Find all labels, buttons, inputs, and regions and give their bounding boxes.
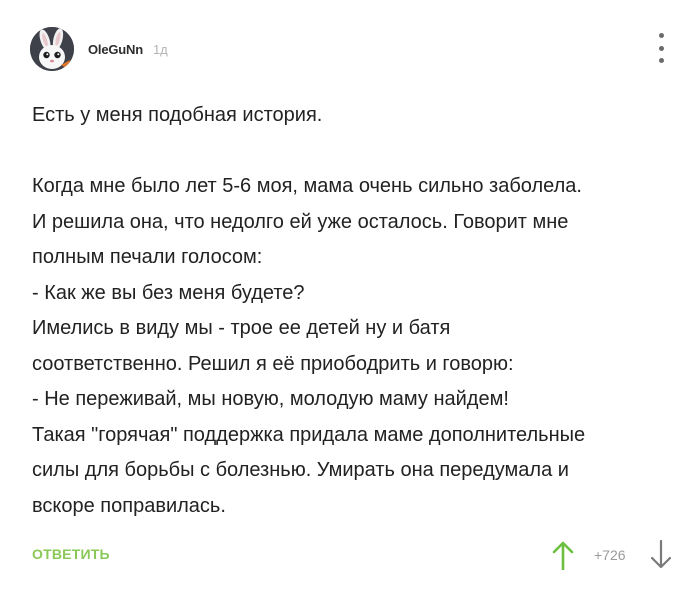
comment-line: соответственно. Решил я её приободрить и… [32, 352, 514, 375]
comment-line: вскоре поправилась. [32, 494, 226, 517]
comment-line: силы для борьбы с болезнью. Умирать она … [32, 459, 569, 481]
more-dot [658, 33, 664, 38]
comment-line: - Как же вы без меня будете? [32, 281, 305, 304]
comment-author[interactable]: OleGuNn [88, 42, 143, 57]
downvote-arrow-graphic [650, 539, 672, 569]
comment-line: Есть у меня подобная история. [32, 104, 323, 126]
rating-count: +726 [594, 547, 626, 563]
comment-line: Когда мне было лет 5-6 моя, мама очень с… [32, 175, 582, 197]
comment-header: OleGuNn 1д [30, 27, 168, 71]
arrow-up-icon[interactable] [552, 540, 574, 571]
comment-line: - Не переживай, мы новую, молодую маму н… [32, 388, 509, 410]
arrow-down-icon[interactable] [650, 539, 672, 570]
comment-line: И решила она, что недолго ей уже осталос… [32, 210, 569, 233]
more-dot [658, 58, 664, 63]
more-dot [658, 45, 664, 51]
more-vertical-icon[interactable] [652, 33, 670, 63]
comment-body: Есть у меня подобная история. Когда мне … [32, 98, 682, 524]
comment-line: Имелись в виду мы - трое ее детей ну и б… [32, 317, 451, 339]
comment-time: 1д [152, 41, 168, 57]
comment-line: Такая "горячая" поддержка придала маме д… [32, 423, 586, 446]
bunny-avatar-icon [30, 27, 74, 71]
comment: OleGuNn 1д Есть у меня подобная история.… [0, 0, 700, 592]
upvote-arrow-graphic [552, 541, 574, 571]
comment-line: полным печали голосом: [32, 246, 263, 268]
reply-button[interactable]: ОТВЕТИТЬ [32, 546, 110, 562]
avatar[interactable] [30, 27, 74, 71]
